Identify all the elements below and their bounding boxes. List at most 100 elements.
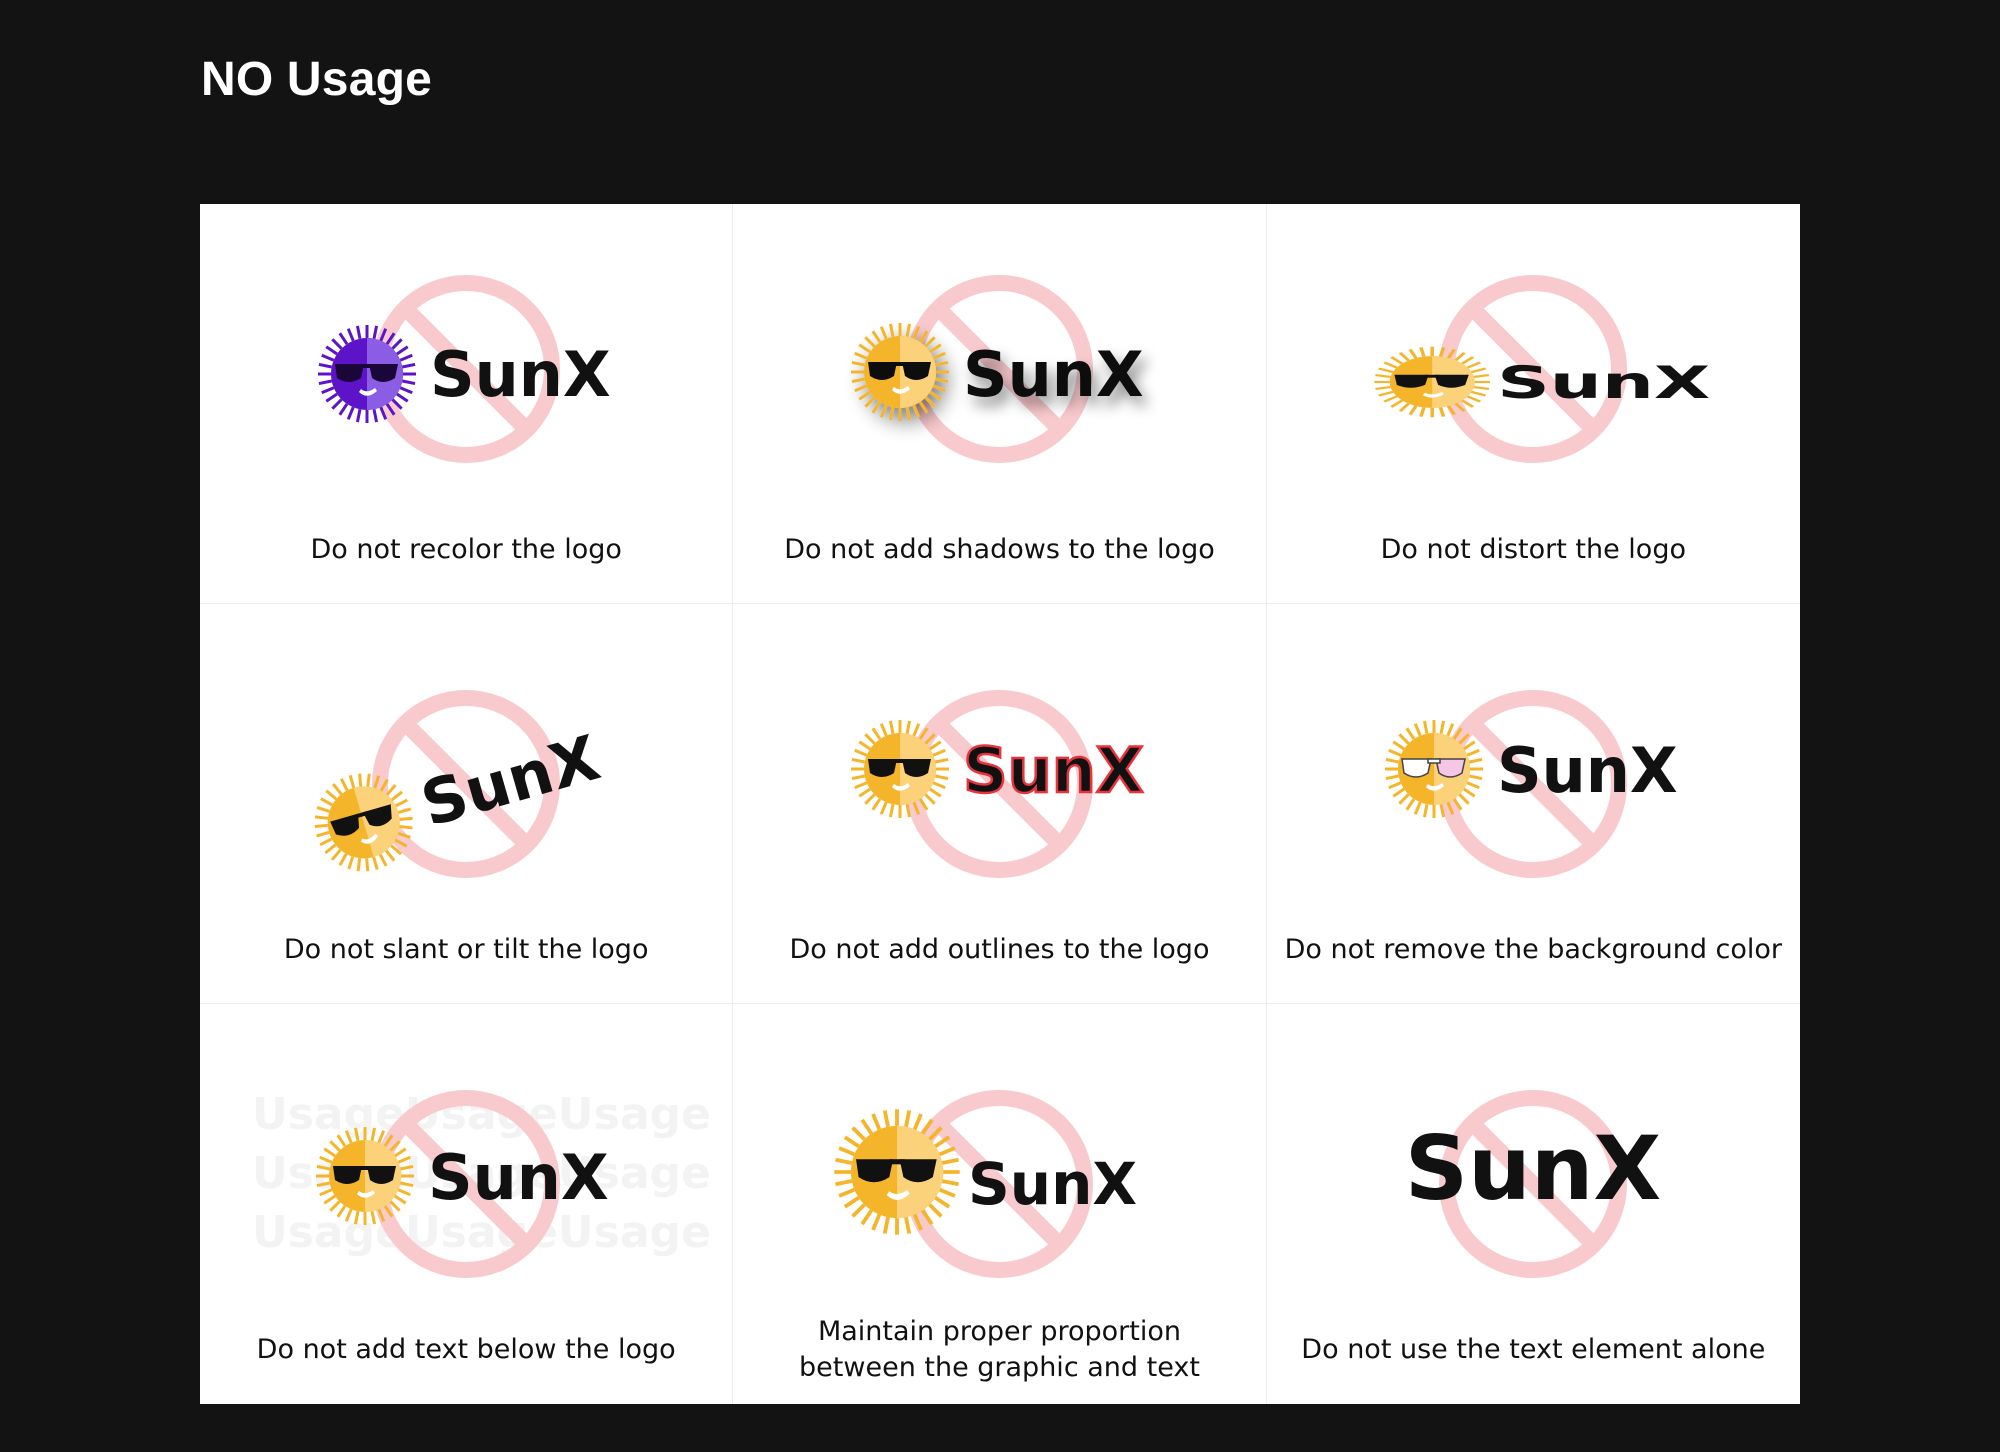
sun-ray xyxy=(338,853,348,866)
sun-ray xyxy=(880,723,888,737)
sun-ray xyxy=(321,386,335,395)
sun-ray xyxy=(1470,390,1486,397)
sun-ray xyxy=(1374,374,1391,379)
sun-ray xyxy=(1382,395,1398,403)
sun-ray xyxy=(316,806,330,813)
sun-ray xyxy=(1397,733,1410,745)
sun-ray xyxy=(851,774,866,781)
sunx-wordmark: SunX xyxy=(428,1141,609,1214)
sun-ray xyxy=(928,1203,944,1218)
sun-ray xyxy=(838,1146,856,1157)
sun-ray xyxy=(912,723,921,737)
sun-ray xyxy=(316,830,330,838)
sun-ray xyxy=(384,849,396,862)
sun-ray xyxy=(1468,774,1483,781)
sun-ray xyxy=(1418,347,1426,357)
sun-ray xyxy=(851,1203,867,1218)
sun-ray xyxy=(1470,367,1486,374)
sun-ray xyxy=(851,377,866,384)
sun-ray xyxy=(860,1118,874,1135)
sun-ray xyxy=(399,353,413,362)
sun-ray xyxy=(338,332,349,345)
sun-ray xyxy=(325,345,338,356)
sun-ray xyxy=(905,407,912,421)
rule-caption: Do not add outlines to the logo xyxy=(789,934,1210,965)
sun-ray xyxy=(904,1216,912,1234)
sun-ray xyxy=(871,727,882,740)
sun-ray xyxy=(319,837,333,847)
svg-text:UsageUsageUsage: UsageUsageUsage xyxy=(252,1207,711,1258)
sunx-wordmark: SunX xyxy=(1497,357,1710,409)
sun-mascot-icon xyxy=(318,325,416,423)
sun-mascot-icon xyxy=(851,720,950,818)
sun-ray xyxy=(858,787,872,798)
sun-ray xyxy=(933,384,947,393)
sun-ray xyxy=(858,343,872,354)
rule-caption: Do not add text below the logo xyxy=(256,1334,676,1365)
sun-ray xyxy=(880,801,888,815)
sun-ray xyxy=(871,1113,882,1131)
sun-ray xyxy=(864,336,876,348)
sun-ray xyxy=(339,778,349,792)
sun-ray xyxy=(1413,801,1422,815)
sun-ray xyxy=(1418,407,1426,417)
sun-ray xyxy=(1460,356,1474,365)
sun-ray xyxy=(325,392,338,403)
sun-ray xyxy=(372,856,379,870)
sun-ray xyxy=(1446,723,1454,737)
sun-ray xyxy=(325,789,338,801)
sun-ray xyxy=(924,793,937,805)
rule-card-recolor: SunX Do not recolor the logo xyxy=(200,204,734,604)
sun-ray xyxy=(933,748,947,757)
sun-ray xyxy=(372,409,379,423)
sun-ray xyxy=(883,1216,891,1234)
sun-ray xyxy=(880,326,888,340)
sun-ray xyxy=(332,783,343,796)
sun-ray xyxy=(395,798,408,808)
rule-card-shadow: SunX Do not add shadows to the logo xyxy=(733,204,1267,604)
sun-ray xyxy=(889,720,895,734)
sun-ray xyxy=(1473,385,1489,390)
sunx-wordmark: SunX xyxy=(1497,734,1678,807)
sun-ray xyxy=(880,404,888,418)
sun-ray xyxy=(331,338,343,350)
sun-mascot-icon xyxy=(316,1127,414,1225)
sun-ray xyxy=(1466,781,1480,790)
sun-ray xyxy=(883,1110,891,1128)
sun-ray xyxy=(1408,348,1418,359)
sun-ray xyxy=(1453,352,1466,362)
sun-mascot-icon xyxy=(834,1109,961,1235)
sun-ray xyxy=(1397,793,1410,805)
sun-ray xyxy=(1377,390,1394,397)
sun-ray xyxy=(1389,356,1404,365)
sun-ray xyxy=(1422,804,1429,818)
sun-ray xyxy=(378,853,388,867)
sun-ray xyxy=(1458,793,1470,805)
sun-ray xyxy=(851,360,866,367)
sun-ray xyxy=(871,798,882,811)
sun-ray xyxy=(871,1213,882,1231)
sun-ray xyxy=(844,1196,861,1209)
sun-ray xyxy=(1377,367,1394,374)
sun-ray xyxy=(1462,787,1476,798)
sun-ray xyxy=(942,1179,960,1187)
sun-ray xyxy=(1439,720,1445,734)
sun-ray xyxy=(929,390,942,401)
rule-caption: Do not remove the background color xyxy=(1284,934,1783,965)
sunx-wordmark: SunX xyxy=(963,338,1144,411)
sun-ray xyxy=(1392,740,1405,751)
sun-ray xyxy=(314,823,328,828)
sun-ray xyxy=(399,386,413,395)
sun-ray xyxy=(1408,405,1418,416)
sun-ray xyxy=(314,815,329,820)
sun-ray xyxy=(905,720,912,734)
sun-ray xyxy=(934,1196,951,1209)
sun-ray xyxy=(942,1157,960,1165)
sun-ray xyxy=(396,392,409,403)
sun-ray xyxy=(838,1187,856,1198)
sun-ray xyxy=(844,1135,861,1148)
sun-ray xyxy=(933,351,947,360)
sun-ray xyxy=(1473,374,1489,379)
sun-mascot-icon xyxy=(1384,720,1483,818)
sun-ray xyxy=(346,406,355,420)
